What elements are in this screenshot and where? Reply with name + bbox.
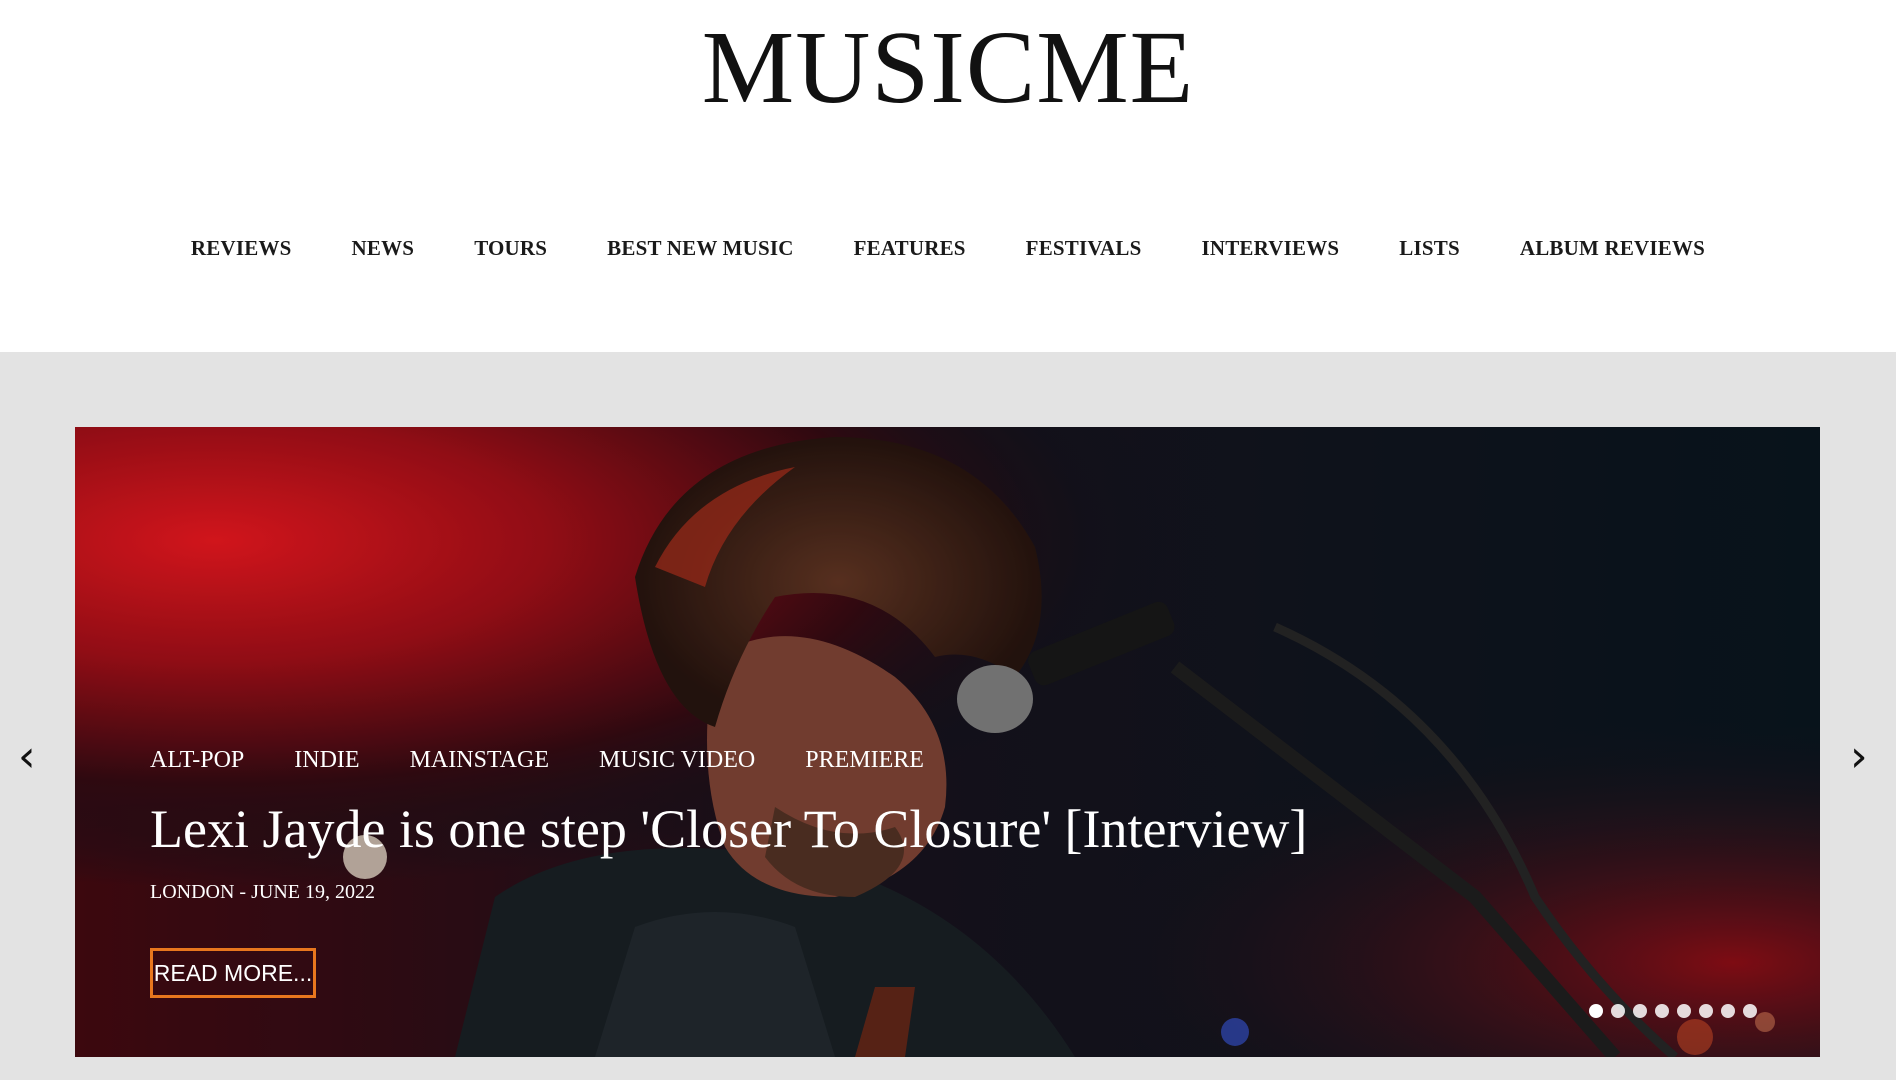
tag-link[interactable]: PREMIERE: [805, 747, 924, 774]
featured-slide[interactable]: ALT-POP INDIE MAINSTAGE MUSIC VIDEO PREM…: [75, 427, 1820, 1057]
nav-item-album-reviews[interactable]: ALBUM REVIEWS: [1490, 236, 1735, 261]
nav-item-tours[interactable]: TOURS: [444, 236, 577, 261]
site-logo[interactable]: MUSICME: [0, 8, 1896, 128]
main-nav: REVIEWS NEWS TOURS BEST NEW MUSIC FEATUR…: [0, 236, 1896, 261]
slider-dot[interactable]: [1633, 1004, 1647, 1018]
slider-dot[interactable]: [1611, 1004, 1625, 1018]
tag-link[interactable]: MUSIC VIDEO: [599, 747, 755, 774]
tag-link[interactable]: MAINSTAGE: [410, 747, 549, 774]
nav-item-lists[interactable]: LISTS: [1369, 236, 1490, 261]
slider-prev-icon[interactable]: ‹: [18, 735, 36, 779]
slider-dot[interactable]: [1721, 1004, 1735, 1018]
nav-item-best-new-music[interactable]: BEST NEW MUSIC: [577, 236, 823, 261]
slide-tags: ALT-POP INDIE MAINSTAGE MUSIC VIDEO PREM…: [150, 747, 924, 774]
nav-item-news[interactable]: NEWS: [322, 236, 445, 261]
tag-link[interactable]: ALT-POP: [150, 747, 244, 774]
nav-item-reviews[interactable]: REVIEWS: [161, 236, 322, 261]
slider-dot[interactable]: [1655, 1004, 1669, 1018]
read-more-button[interactable]: READ MORE...: [150, 948, 316, 998]
nav-item-festivals[interactable]: FESTIVALS: [996, 236, 1172, 261]
slider-dot[interactable]: [1743, 1004, 1757, 1018]
slider-dot[interactable]: [1699, 1004, 1713, 1018]
slider-dot[interactable]: [1589, 1004, 1603, 1018]
slide-headline[interactable]: Lexi Jayde is one step 'Closer To Closur…: [150, 797, 1307, 861]
slide-meta: LONDON - JUNE 19, 2022: [150, 881, 375, 903]
slider-next-icon[interactable]: ›: [1850, 735, 1868, 779]
slider-dot[interactable]: [1677, 1004, 1691, 1018]
tag-link[interactable]: INDIE: [294, 747, 359, 774]
nav-item-interviews[interactable]: INTERVIEWS: [1171, 236, 1369, 261]
site-header: MUSICME REVIEWS NEWS TOURS BEST NEW MUSI…: [0, 0, 1896, 352]
slider-dots: [1589, 1004, 1757, 1018]
nav-item-features[interactable]: FEATURES: [824, 236, 996, 261]
slide-hero-image: [75, 427, 1820, 1057]
